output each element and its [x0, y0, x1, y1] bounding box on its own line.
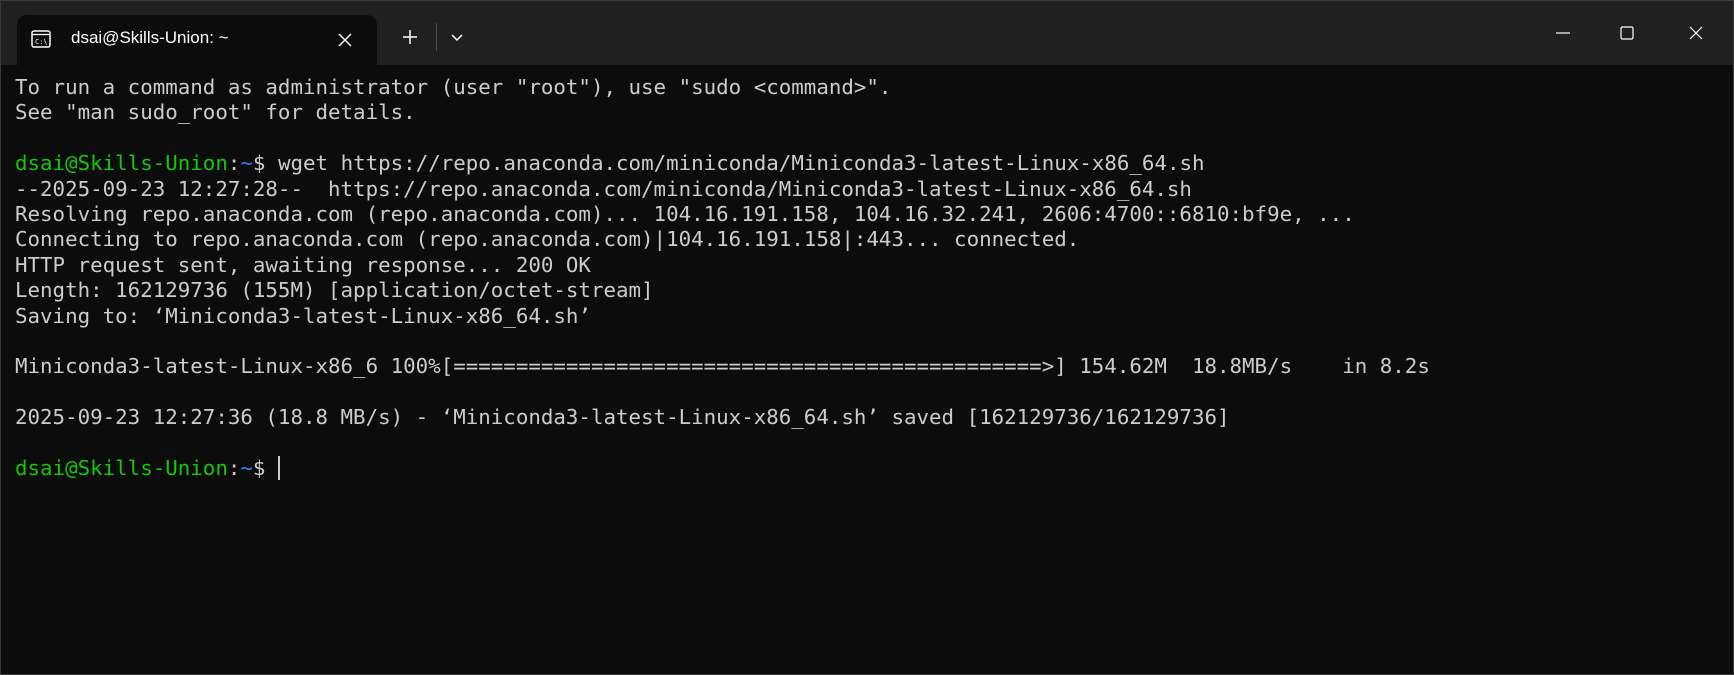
title-bar: C:\ dsai@Skills-Union: ~	[1, 1, 1733, 65]
minimize-icon[interactable]	[1540, 13, 1586, 53]
resolving-line: Resolving repo.anaconda.com (repo.anacon…	[15, 201, 1355, 226]
sudo-hint-line: To run a command as administrator (user …	[15, 75, 892, 99]
tab-ubuntu-shell[interactable]: C:\ dsai@Skills-Union: ~	[17, 15, 377, 65]
prompt-user-host: dsai@Skills-Union	[15, 455, 228, 480]
svg-text:C:\: C:\	[35, 38, 48, 46]
prompt-colon: :	[227, 151, 241, 176]
prompt-line: dsai@Skills-Union:~$ wget https://repo.a…	[15, 151, 1715, 176]
prompt-colon: :	[227, 455, 241, 480]
prompt-path: ~	[240, 455, 253, 480]
connecting-line: Connecting to repo.anaconda.com (repo.an…	[15, 227, 1080, 252]
progress-line: Miniconda3-latest-Linux-x86_6 100%[=====…	[15, 354, 1430, 379]
prompt-dollar: $	[252, 455, 266, 480]
maximize-icon[interactable]	[1604, 13, 1650, 53]
new-tab-plus-icon[interactable]	[394, 21, 426, 53]
saved-line: 2025-09-23 12:27:36 (18.8 MB/s) - ‘Minic…	[15, 405, 1230, 430]
current-prompt-line: dsai@Skills-Union:~$	[15, 455, 1715, 481]
chevron-down-icon[interactable]	[441, 21, 473, 53]
prompt-path: ~	[240, 151, 253, 176]
terminal-window: C:\ dsai@Skills-Union: ~ To run a comman…	[0, 0, 1734, 675]
wget-start-line: --2025-09-23 12:27:28-- https://repo.ana…	[15, 176, 1192, 201]
prompt-user-host: dsai@Skills-Union	[15, 151, 228, 176]
sudo-details-line: See "man sudo_root" for details.	[15, 100, 416, 125]
saving-to-line: Saving to: ‘Miniconda3-latest-Linux-x86_…	[15, 303, 591, 328]
terminal-output[interactable]: To run a command as administrator (user …	[15, 75, 1715, 655]
terminal-icon: C:\	[31, 30, 51, 48]
titlebar-divider	[436, 23, 437, 51]
length-line: Length: 162129736 (155M) [application/oc…	[15, 278, 654, 303]
close-icon[interactable]	[1673, 13, 1719, 53]
http-response-line: HTTP request sent, awaiting response... …	[15, 252, 591, 277]
prompt-dollar: $	[252, 151, 278, 176]
command-text: wget https://repo.anaconda.com/miniconda…	[277, 151, 1205, 176]
tab-title: dsai@Skills-Union: ~	[71, 28, 229, 47]
tab-close-icon[interactable]	[331, 26, 359, 54]
text-cursor	[278, 455, 281, 480]
